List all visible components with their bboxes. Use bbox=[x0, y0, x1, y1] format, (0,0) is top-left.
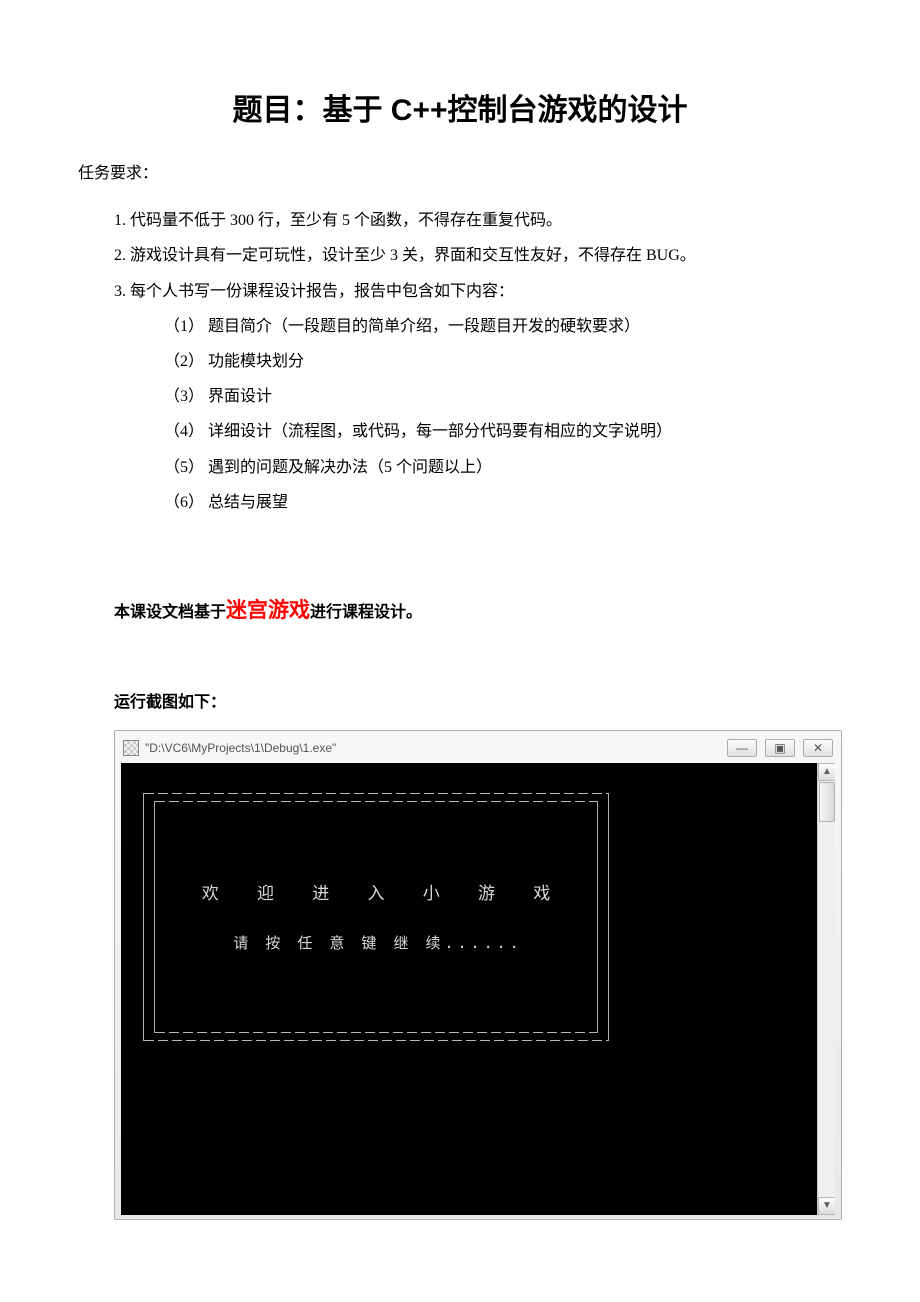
vertical-scrollbar[interactable]: ▲ ▼ bbox=[817, 763, 835, 1215]
screenshot-label: 运行截图如下： bbox=[78, 688, 842, 712]
subitem-2: （2） 功能模块划分 bbox=[78, 344, 842, 379]
design-basis-prefix: 本课设文档基于 bbox=[114, 604, 226, 621]
document-title: 题目：基于 C++控制台游戏的设计 bbox=[78, 90, 842, 132]
continue-text: 请 按 任 意 键 继 续...... bbox=[155, 904, 597, 953]
scroll-thumb[interactable] bbox=[819, 782, 835, 822]
inner-border-box: 欢 迎 进 入 小 游 戏 请 按 任 意 键 继 续...... bbox=[154, 801, 598, 1033]
requirements-heading: 任务要求： bbox=[78, 156, 842, 191]
requirement-3: 3. 每个人书写一份课程设计报告，报告中包含如下内容： bbox=[78, 274, 842, 309]
close-button[interactable]: ✕ bbox=[803, 739, 833, 757]
window-title-path: "D:\VC6\MyProjects\1\Debug\1.exe" bbox=[145, 741, 727, 755]
requirement-2: 2. 游戏设计具有一定可玩性，设计至少 3 关，界面和交互性友好，不得存在 BU… bbox=[78, 238, 842, 273]
window-controls: — ▣ ✕ bbox=[727, 739, 833, 757]
subitem-4: （4） 详细设计（流程图，或代码，每一部分代码要有相应的文字说明） bbox=[78, 414, 842, 449]
window-titlebar: "D:\VC6\MyProjects\1\Debug\1.exe" — ▣ ✕ bbox=[121, 737, 835, 759]
design-basis-highlight: 迷宫游戏 bbox=[226, 599, 310, 622]
subitem-6: （6） 总结与展望 bbox=[78, 485, 842, 520]
app-icon bbox=[123, 740, 139, 756]
subitem-1: （1） 题目简介（一段题目的简单介绍，一段题目开发的硬软要求） bbox=[78, 309, 842, 344]
design-basis-line: 本课设文档基于迷宫游戏进行课程设计。 bbox=[78, 590, 842, 632]
scroll-down-arrow-icon[interactable]: ▼ bbox=[818, 1197, 835, 1215]
subitem-5: （5） 遇到的问题及解决办法（5 个问题以上） bbox=[78, 450, 842, 485]
minimize-button[interactable]: — bbox=[727, 739, 757, 757]
scroll-up-arrow-icon[interactable]: ▲ bbox=[818, 763, 835, 781]
subitem-3: （3） 界面设计 bbox=[78, 379, 842, 414]
console-area: 欢 迎 进 入 小 游 戏 请 按 任 意 键 继 续...... ▲ ▼ bbox=[121, 763, 835, 1215]
welcome-text: 欢 迎 进 入 小 游 戏 bbox=[155, 801, 597, 904]
design-basis-suffix: 进行课程设计。 bbox=[310, 604, 422, 621]
requirement-1: 1. 代码量不低于 300 行，至少有 5 个函数，不得存在重复代码。 bbox=[78, 203, 842, 238]
maximize-button[interactable]: ▣ bbox=[765, 739, 795, 757]
window-frame: "D:\VC6\MyProjects\1\Debug\1.exe" — ▣ ✕ … bbox=[114, 730, 842, 1220]
console-content: 欢 迎 进 入 小 游 戏 请 按 任 意 键 继 续...... bbox=[121, 763, 835, 1041]
outer-border-box: 欢 迎 进 入 小 游 戏 请 按 任 意 键 继 续...... bbox=[143, 793, 609, 1041]
